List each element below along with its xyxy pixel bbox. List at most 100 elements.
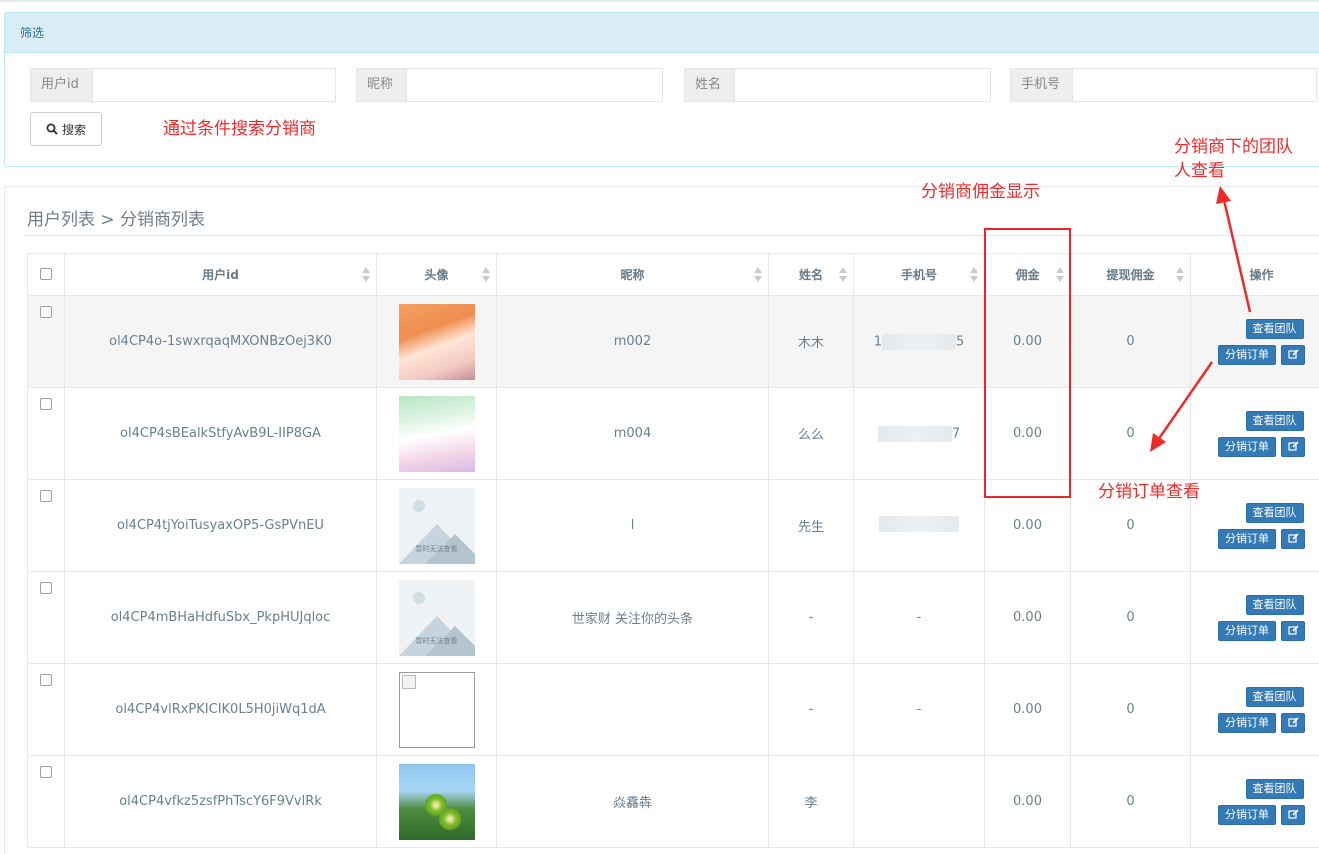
edit-button[interactable]	[1281, 712, 1305, 733]
phone-redaction	[882, 333, 956, 350]
row-checkbox[interactable]	[40, 582, 52, 594]
withdrawn-cell: 0	[1070, 295, 1191, 388]
edit-button[interactable]	[1281, 436, 1305, 457]
commission-annotation: 分销商佣金显示	[921, 182, 1040, 202]
phone-cell: -	[853, 571, 985, 664]
search-button[interactable]: 搜索	[30, 112, 102, 146]
nickname-cell: m002	[496, 295, 769, 388]
name-cell: -	[768, 571, 854, 664]
nickname-cell: 焱馫犇	[496, 755, 769, 848]
col-actions: 操作	[1190, 253, 1319, 296]
col-avatar[interactable]: 头像	[376, 253, 497, 296]
nickname-cell: m004	[496, 387, 769, 480]
phone-redaction	[879, 515, 959, 532]
name-input[interactable]	[735, 69, 990, 101]
user-id-cell: ol4CP4sBEalkStfyAvB9L-IIP8GA	[64, 387, 377, 480]
sort-icon	[970, 267, 978, 283]
withdrawn-cell: 0	[1070, 663, 1191, 756]
avatar	[398, 671, 475, 748]
row-checkbox[interactable]	[40, 490, 52, 502]
edit-icon	[1287, 717, 1299, 727]
edit-icon	[1287, 349, 1299, 359]
col-nickname[interactable]: 昵称	[496, 253, 769, 296]
row-checkbox[interactable]	[40, 674, 52, 686]
distribution-orders-button[interactable]: 分销订单	[1218, 804, 1276, 825]
search-icon	[46, 123, 58, 135]
distribution-orders-button[interactable]: 分销订单	[1218, 344, 1276, 365]
commission-highlight-box	[984, 228, 1071, 498]
edit-icon	[1287, 625, 1299, 635]
sort-icon	[754, 267, 762, 283]
commission-cell: 0.00	[984, 663, 1071, 756]
view-team-button[interactable]: 查看团队	[1245, 686, 1304, 707]
list-panel: 用户列表 > 分销商列表 用户id 头像 昵称 姓名 手机号 佣金 提现佣金 操…	[4, 186, 1319, 854]
select-all-checkbox[interactable]	[40, 268, 52, 280]
sort-icon	[482, 267, 490, 283]
phone-cell	[853, 479, 985, 572]
team-annotation-line2: 人查看	[1174, 161, 1225, 181]
phone-input[interactable]	[1073, 69, 1316, 101]
table-row: ol4CP4sBEalkStfyAvB9L-IIP8GA m004 么么 7 0…	[27, 387, 1319, 480]
view-team-button[interactable]: 查看团队	[1245, 410, 1304, 431]
table-header: 用户id 头像 昵称 姓名 手机号 佣金 提现佣金 操作	[27, 253, 1319, 296]
avatar	[398, 395, 475, 472]
table-row: ol4CP4mBHaHdfuSbx_PkpHUJqloc 暂时无法查看 世家财 …	[27, 571, 1319, 664]
edit-icon	[1287, 441, 1299, 451]
name-label: 姓名	[685, 69, 735, 101]
edit-icon	[1287, 809, 1299, 819]
row-checkbox[interactable]	[40, 766, 52, 778]
orders-annotation: 分销订单查看	[1098, 482, 1200, 502]
broken-image-icon	[401, 674, 416, 689]
nickname-cell: l	[496, 479, 769, 572]
search-button-label: 搜索	[61, 122, 86, 137]
withdrawn-cell: 0	[1070, 387, 1191, 480]
breadcrumb: 用户列表 > 分销商列表	[27, 210, 206, 230]
user-id-cell: ol4CP4mBHaHdfuSbx_PkpHUJqloc	[64, 571, 377, 664]
view-team-button[interactable]: 查看团队	[1245, 594, 1304, 615]
select-all-cell	[27, 253, 65, 296]
avatar: 暂时无法查看	[398, 487, 475, 564]
avatar	[398, 303, 475, 380]
user-id-filter: 用户id	[30, 68, 336, 102]
user-id-cell: ol4CP4vfkz5zsfPhTscY6F9VvlRk	[64, 755, 377, 848]
row-checkbox[interactable]	[40, 398, 52, 410]
distributor-table: 用户id 头像 昵称 姓名 手机号 佣金 提现佣金 操作 ol4CP4o-1sw…	[27, 253, 1319, 848]
sort-icon	[839, 267, 847, 283]
edit-button[interactable]	[1281, 344, 1305, 365]
nickname-cell: 世家财 关注你的头条	[496, 571, 769, 664]
edit-icon	[1287, 533, 1299, 543]
name-cell: 先生	[768, 479, 854, 572]
col-user-id[interactable]: 用户id	[64, 253, 377, 296]
phone-cell: 7	[853, 387, 985, 480]
col-name[interactable]: 姓名	[768, 253, 854, 296]
view-team-button[interactable]: 查看团队	[1245, 502, 1304, 523]
edit-button[interactable]	[1281, 804, 1305, 825]
distribution-orders-button[interactable]: 分销订单	[1218, 436, 1276, 457]
distribution-orders-button[interactable]: 分销订单	[1218, 528, 1276, 549]
filter-heading: 筛选	[5, 13, 1319, 53]
avatar: 暂时无法查看	[398, 579, 475, 656]
commission-cell: 0.00	[984, 571, 1071, 664]
withdrawn-cell: 0	[1070, 571, 1191, 664]
view-team-button[interactable]: 查看团队	[1245, 318, 1304, 339]
row-checkbox[interactable]	[40, 306, 52, 318]
phone-cell	[853, 755, 985, 848]
view-team-button[interactable]: 查看团队	[1245, 778, 1304, 799]
table-row: ol4CP4vlRxPKICIK0L5H0jiWq1dA - - 0.00 0 …	[27, 663, 1319, 756]
name-cell: 么么	[768, 387, 854, 480]
phone-label: 手机号	[1011, 69, 1073, 101]
nickname-input[interactable]	[407, 69, 662, 101]
edit-button[interactable]	[1281, 620, 1305, 641]
user-id-input[interactable]	[93, 69, 335, 101]
distribution-orders-button[interactable]: 分销订单	[1218, 620, 1276, 641]
col-withdrawn[interactable]: 提现佣金	[1070, 253, 1191, 296]
col-phone[interactable]: 手机号	[853, 253, 985, 296]
edit-button[interactable]	[1281, 528, 1305, 549]
nickname-cell	[496, 663, 769, 756]
phone-filter: 手机号	[1010, 68, 1317, 102]
phone-redaction	[877, 425, 952, 442]
team-annotation-line1: 分销商下的团队	[1174, 137, 1293, 157]
distribution-orders-button[interactable]: 分销订单	[1218, 712, 1276, 733]
withdrawn-cell: 0	[1070, 755, 1191, 848]
sort-icon	[362, 267, 370, 283]
